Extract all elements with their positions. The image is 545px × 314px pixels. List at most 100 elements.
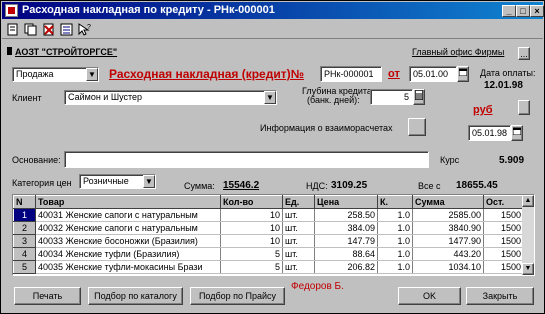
column-header[interactable]: К. <box>377 195 413 209</box>
price-cell[interactable]: 384.09 <box>314 221 378 235</box>
price-cell[interactable]: 147.79 <box>314 234 378 248</box>
calculator-icon <box>414 89 424 101</box>
column-header[interactable]: Цена <box>314 195 378 209</box>
list-icon[interactable] <box>60 23 74 36</box>
pricelist-button[interactable]: Подбор по Прайсу <box>190 287 285 305</box>
rest-cell[interactable]: 1500 <box>483 247 524 261</box>
basis-field[interactable] <box>64 151 429 168</box>
rate-calendar-button[interactable] <box>511 125 523 141</box>
k-cell[interactable]: 1.0 <box>377 208 413 222</box>
delete-icon[interactable] <box>42 23 56 36</box>
item-cell[interactable]: 40033 Женские босоножки (Бразилия) <box>35 234 221 248</box>
unit-cell[interactable]: шт. <box>282 234 315 248</box>
calendar-button[interactable] <box>457 66 469 82</box>
rest-cell[interactable]: 1500 <box>483 260 524 274</box>
mutual-settlements-button[interactable] <box>408 118 426 136</box>
client-select[interactable]: Саймон и Шустер ▼ <box>64 90 277 105</box>
close-button[interactable]: × <box>530 5 544 17</box>
minimize-button[interactable]: _ <box>502 5 516 17</box>
row-number: 4 <box>13 247 36 261</box>
sum-cell[interactable]: 443.20 <box>412 247 484 261</box>
table-row[interactable]: 1 40031 Женские сапоги с натуральным 10 … <box>13 208 524 222</box>
price-cell[interactable]: 258.50 <box>314 208 378 222</box>
rate-date-field[interactable]: 05.01.98 <box>468 125 511 141</box>
item-cell[interactable]: 40034 Женские туфли (Бразилия) <box>35 247 221 261</box>
column-header[interactable]: N <box>13 195 36 209</box>
k-cell[interactable]: 1.0 <box>377 234 413 248</box>
dropdown-arrow-icon[interactable]: ▼ <box>264 91 276 104</box>
firm-name[interactable]: АОЗТ "СТРОЙТОРГСЕ" <box>7 47 117 57</box>
k-cell[interactable]: 1.0 <box>377 221 413 235</box>
credit-depth-label: Глубина кредита (банк. дней): <box>302 86 372 105</box>
help-icon[interactable]: ? <box>78 23 92 36</box>
column-header[interactable]: Кол-во <box>220 195 283 209</box>
ok-button[interactable]: OK <box>398 287 461 305</box>
calc-button[interactable] <box>413 89 425 105</box>
column-header[interactable]: Сумма <box>412 195 484 209</box>
table-row[interactable]: 4 40034 Женские туфли (Бразилия) 5 шт. 8… <box>13 247 524 261</box>
qty-cell[interactable]: 10 <box>220 208 283 222</box>
sum-label: Сумма: <box>184 181 215 191</box>
qty-cell[interactable]: 5 <box>220 260 283 274</box>
unit-cell[interactable]: шт. <box>282 247 315 261</box>
sum-cell[interactable]: 1034.10 <box>412 260 484 274</box>
vat-label: НДС: <box>306 181 328 191</box>
copy-icon[interactable] <box>24 23 38 36</box>
table-row[interactable]: 2 40032 Женские сапоги с натуральным 10 … <box>13 221 524 235</box>
row-number: 3 <box>13 234 36 248</box>
doc-date-field[interactable]: 05.01.00 <box>409 66 457 82</box>
svg-text:?: ? <box>87 24 91 31</box>
close-dialog-button[interactable]: Закрыть <box>466 287 534 305</box>
new-doc-icon[interactable] <box>6 23 20 36</box>
sum-cell[interactable]: 1477.90 <box>412 234 484 248</box>
column-header[interactable]: Ост. <box>483 195 524 209</box>
k-cell[interactable]: 1.0 <box>377 247 413 261</box>
item-cell[interactable]: 40032 Женские сапоги с натуральным <box>35 221 221 235</box>
maximize-button[interactable]: □ <box>516 5 530 17</box>
items-table[interactable]: N Товар Кол-во Ед. Цена К. Сумма Ост. 1 … <box>12 194 535 276</box>
catalog-button[interactable]: Подбор по каталогу <box>88 287 183 305</box>
price-category-select[interactable]: Розничные ▼ <box>79 174 156 189</box>
table-row[interactable]: 3 40033 Женские босоножки (Бразилия) 10 … <box>13 234 524 248</box>
doc-kind-select[interactable]: Продажа ▼ <box>12 67 99 82</box>
vertical-scrollbar[interactable]: ▲ ▼ <box>522 195 534 275</box>
sum-value: 15546.2 <box>223 180 260 191</box>
currency-button[interactable] <box>518 100 530 115</box>
item-cell[interactable]: 40031 Женские сапоги с натуральным <box>35 208 221 222</box>
rest-cell[interactable]: 1500 <box>483 234 524 248</box>
credit-depth-field[interactable]: 5 <box>370 89 413 105</box>
print-button[interactable]: Печать <box>14 287 81 305</box>
column-header[interactable]: Ед. <box>282 195 315 209</box>
qty-cell[interactable]: 10 <box>220 221 283 235</box>
document-window: Расходная накладная по кредиту - РНк-000… <box>0 0 545 314</box>
rest-cell[interactable]: 1500 <box>483 221 524 235</box>
sum-cell[interactable]: 3840.90 <box>412 221 484 235</box>
sum-cell[interactable]: 2585.00 <box>412 208 484 222</box>
doc-number-field[interactable]: РНк-000001 <box>320 66 382 82</box>
main-firm-label: Главный офис Фирмы <box>412 47 505 57</box>
doc-title: Расходная накладная (кредит)№ <box>109 67 304 81</box>
scroll-up-icon[interactable]: ▲ <box>522 195 534 207</box>
unit-cell[interactable]: шт. <box>282 260 315 274</box>
table-row[interactable]: 5 40035 Женские туфли-мокасины Брази 5 ш… <box>13 260 524 274</box>
scroll-down-icon[interactable]: ▼ <box>522 263 534 275</box>
unit-cell[interactable]: шт. <box>282 208 315 222</box>
firm-marker-icon <box>7 47 12 55</box>
row-number: 1 <box>13 208 36 222</box>
vat-value: 3109.25 <box>331 180 368 191</box>
unit-cell[interactable]: шт. <box>282 221 315 235</box>
price-cell[interactable]: 206.82 <box>314 260 378 274</box>
item-cell[interactable]: 40035 Женские туфли-мокасины Брази <box>35 260 221 274</box>
k-cell[interactable]: 1.0 <box>377 260 413 274</box>
dropdown-arrow-icon[interactable]: ▼ <box>143 175 155 188</box>
window-title: Расходная накладная по кредиту - РНк-000… <box>22 4 275 16</box>
rest-cell[interactable]: 1500 <box>483 208 524 222</box>
qty-cell[interactable]: 5 <box>220 247 283 261</box>
column-header[interactable]: Товар <box>35 195 221 209</box>
pay-date-label: Дата оплаты: <box>480 68 536 78</box>
price-cell[interactable]: 88.64 <box>314 247 378 261</box>
main-firm-button[interactable]: ... <box>518 47 530 60</box>
qty-cell[interactable]: 10 <box>220 234 283 248</box>
dropdown-arrow-icon[interactable]: ▼ <box>86 68 98 81</box>
rate-value: 5.909 <box>499 155 525 166</box>
